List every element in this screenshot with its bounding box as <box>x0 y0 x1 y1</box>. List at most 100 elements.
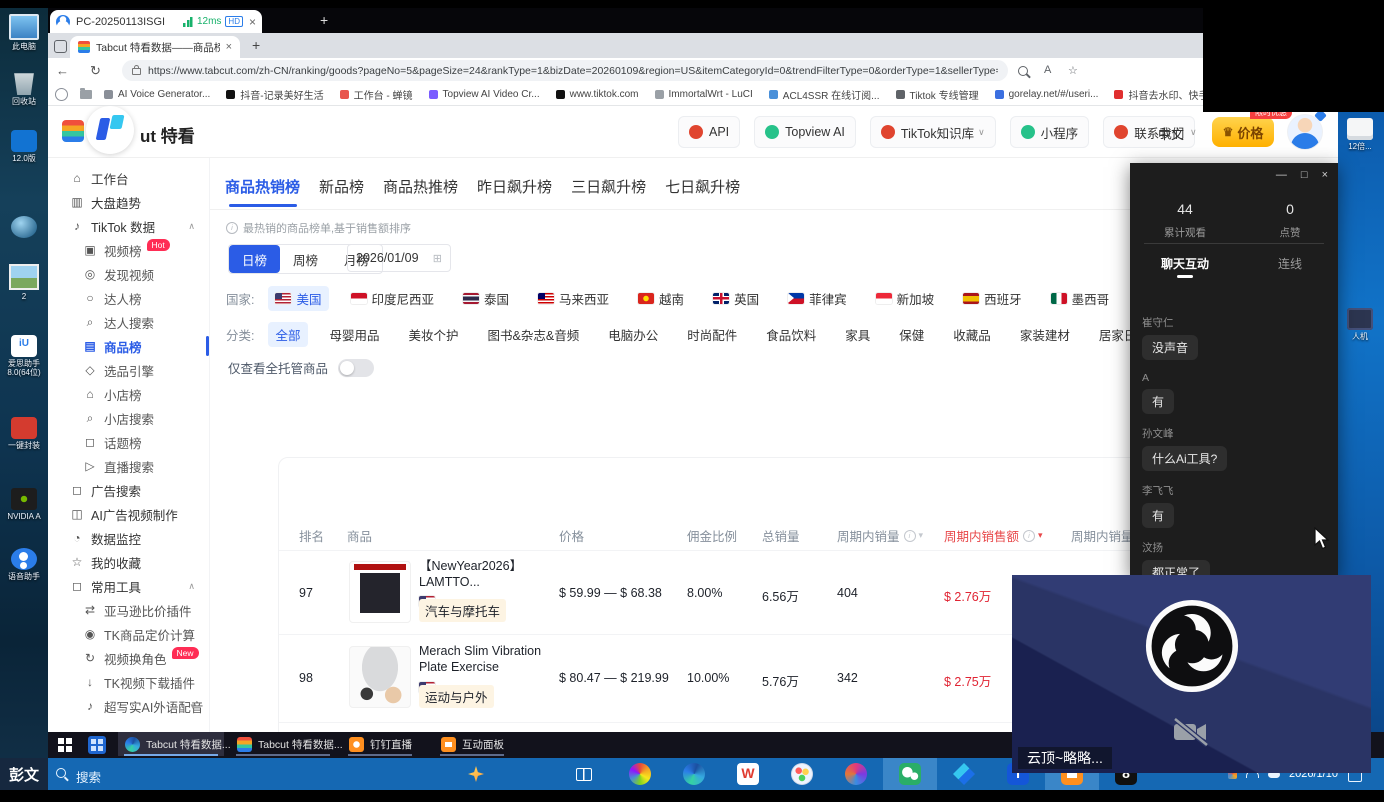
category-option[interactable]: 家具 <box>838 322 877 347</box>
desktop-icon[interactable]: 12倍... <box>1336 118 1384 151</box>
rank-tab[interactable]: 商品热推榜 <box>383 176 458 207</box>
table-header-cell[interactable]: 排名 <box>299 526 324 545</box>
taskbar-icon-cell[interactable] <box>613 758 667 790</box>
font-size-icon[interactable]: A <box>1044 64 1051 76</box>
desktop-icon[interactable]: 12.0版 <box>0 130 48 163</box>
start-button-icon[interactable] <box>58 738 72 752</box>
taskbar-icon-cell[interactable] <box>775 758 829 790</box>
sidebar-item[interactable]: ⌕ 小店搜索 <box>48 406 209 430</box>
sidebar-item[interactable]: ◻ 常用工具 ∧ <box>48 574 209 598</box>
table-header-cell[interactable]: 周期内销量 i ▾ <box>837 526 923 545</box>
desktop-icon[interactable] <box>0 216 48 238</box>
bookmark-item[interactable]: gorelay.net/#/useri... <box>995 89 1099 100</box>
remote-app-icon[interactable] <box>88 736 106 754</box>
category-option[interactable]: 时尚配件 <box>680 322 744 347</box>
taskbar-icon-cell[interactable] <box>829 758 883 790</box>
search-label[interactable]: 搜索 <box>76 767 101 786</box>
product-title[interactable]: Merach Slim Vibration Plate Exercise Mac… <box>419 643 551 677</box>
category-option[interactable]: 美妆个护 <box>402 322 466 347</box>
sidebar-item[interactable]: ▤ 商品榜 <box>48 334 209 358</box>
sidebar-item[interactable]: ♪ TikTok 数据 ∧ <box>48 214 209 238</box>
tab-chat-interaction[interactable]: 聊天互动 <box>1140 255 1230 272</box>
table-header-cell[interactable]: 周期内销售额 i ▾ <box>944 526 1043 545</box>
taskbar-icon-cell[interactable] <box>721 758 775 790</box>
language-selector[interactable]: 中文 <box>1158 124 1184 143</box>
new-tab-button[interactable]: + <box>252 37 260 53</box>
category-option[interactable]: 收藏品 <box>946 322 998 347</box>
sidebar-item[interactable]: ▷ 直播搜索 <box>48 454 209 478</box>
country-option[interactable]: 菲律宾 <box>781 286 854 311</box>
taskbar-app-button[interactable]: 钉钉直播 <box>342 732 418 756</box>
table-header-cell[interactable]: 商品 <box>347 526 372 545</box>
country-option[interactable]: 西班牙 <box>956 286 1029 311</box>
desktop-icon[interactable]: 人机 <box>1336 308 1384 341</box>
bookmark-item[interactable]: 抖音-记录美好生活 <box>226 87 323 102</box>
sidebar-item[interactable]: ◎ 发现视频 <box>48 262 209 286</box>
country-option[interactable]: 泰国 <box>456 286 516 311</box>
zoom-icon[interactable] <box>1018 66 1028 79</box>
sidebar-item[interactable]: ⇄ 亚马逊比价插件 <box>48 598 209 622</box>
bookmark-item[interactable]: AI Voice Generator... <box>104 89 210 100</box>
sidebar-item[interactable]: ◻ 广告搜索 <box>48 478 209 502</box>
sidebar-item[interactable]: ◔ 数据监控 <box>48 526 209 550</box>
category-option[interactable]: 保健 <box>892 322 931 347</box>
sidebar-item[interactable]: ♪ 超写实AI外语配音 ▾ <box>48 694 209 718</box>
rank-tab[interactable]: 七日飙升榜 <box>665 176 740 207</box>
sidebar-item[interactable]: ⌂ 小店榜 <box>48 382 209 406</box>
close-tab-icon[interactable]: × <box>249 15 256 29</box>
sidebar-item[interactable]: ▣ 视频榜 Hot <box>48 238 209 262</box>
user-avatar[interactable] <box>1288 115 1322 149</box>
taskbar-app-button[interactable]: Tabcut 特看数据... <box>118 732 224 756</box>
sidebar-item[interactable]: ▥ 大盘趋势 <box>48 190 209 214</box>
rank-tab[interactable]: 昨日飙升榜 <box>477 176 552 207</box>
nav-button[interactable]: TikTok知识库 ∨ <box>870 116 996 148</box>
desktop-icon[interactable]: 爱思助手 8.0(64位) <box>0 335 48 377</box>
desktop-icon[interactable]: 2 <box>0 264 48 301</box>
sidebar-item[interactable]: ◻ 话题榜 <box>48 430 209 454</box>
sidebar-item[interactable]: ☆ 我的收藏 <box>48 550 209 574</box>
toggle-switch[interactable] <box>338 359 374 377</box>
date-picker[interactable]: 2026/01/09 ⊞ <box>347 244 451 272</box>
country-option[interactable]: 马来西亚 <box>531 286 616 311</box>
category-option[interactable]: 食品饮料 <box>759 322 823 347</box>
new-tab-button[interactable]: + <box>320 12 328 28</box>
desktop-icon[interactable]: NVIDIA A <box>0 488 48 521</box>
tab-connect[interactable]: 连线 <box>1245 255 1335 272</box>
desktop-icon[interactable]: 回收站 <box>0 73 48 106</box>
category-option[interactable]: 电脑办公 <box>601 322 665 347</box>
refresh-icon[interactable]: ↻ <box>90 63 101 79</box>
taskbar-app-button[interactable]: Tabcut 特看数据... <box>230 732 336 756</box>
tab-search-icon[interactable] <box>54 40 67 53</box>
table-header-cell[interactable]: 总销量 <box>762 526 800 545</box>
sidebar-item[interactable]: ⌕ 达人搜索 <box>48 310 209 334</box>
country-option[interactable]: 新加坡 <box>869 286 942 311</box>
taskbar-icon-cell[interactable] <box>883 758 937 790</box>
bookmark-item[interactable]: 工作台 - 蝉镜 <box>340 87 413 102</box>
task-view-icon[interactable] <box>576 768 592 781</box>
country-option[interactable]: 美国 <box>268 286 328 311</box>
bookmarks-folder-icon[interactable] <box>80 90 92 99</box>
rank-tab[interactable]: 商品热销榜 <box>225 176 300 207</box>
taskbar-app-button[interactable]: 互动面板 <box>434 732 510 756</box>
category-option[interactable]: 家装建材 <box>1013 322 1077 347</box>
rank-tab[interactable]: 新品榜 <box>319 176 364 207</box>
nav-button[interactable]: Topview AI <box>754 116 856 148</box>
country-option[interactable]: 墨西哥 <box>1044 286 1117 311</box>
taskbar-icon-cell[interactable] <box>937 758 991 790</box>
category-option[interactable]: 图书&杂志&音频 <box>481 322 587 347</box>
close-tab-icon[interactable]: × <box>226 41 232 53</box>
search-icon[interactable] <box>56 768 66 778</box>
address-bar[interactable]: https://www.tabcut.com/zh-CN/ranking/goo… <box>122 60 1008 81</box>
bookmark-item[interactable]: Tiktok 专线管理 <box>896 87 979 102</box>
sidebar-item[interactable]: ◫ AI广告视频制作 <box>48 502 209 526</box>
sidebar-item[interactable]: ◇ 选品引擎 <box>48 358 209 382</box>
product-title[interactable]: 【NewYear2026】LAMTTO... <box>419 558 551 591</box>
sidebar-item[interactable]: ↓ TK视频下载插件 <box>48 670 209 694</box>
taskbar-icon-cell[interactable] <box>667 758 721 790</box>
period-option[interactable]: 周榜 <box>280 245 331 273</box>
table-header-cell[interactable]: 价格 <box>559 526 584 545</box>
table-header-cell[interactable]: 佣金比例 <box>687 526 737 545</box>
bookmark-item[interactable]: ImmortalWrt - LuCI <box>655 89 753 100</box>
desktop-icon[interactable]: 一键封装 <box>0 417 48 450</box>
back-icon[interactable]: ← <box>56 63 69 78</box>
